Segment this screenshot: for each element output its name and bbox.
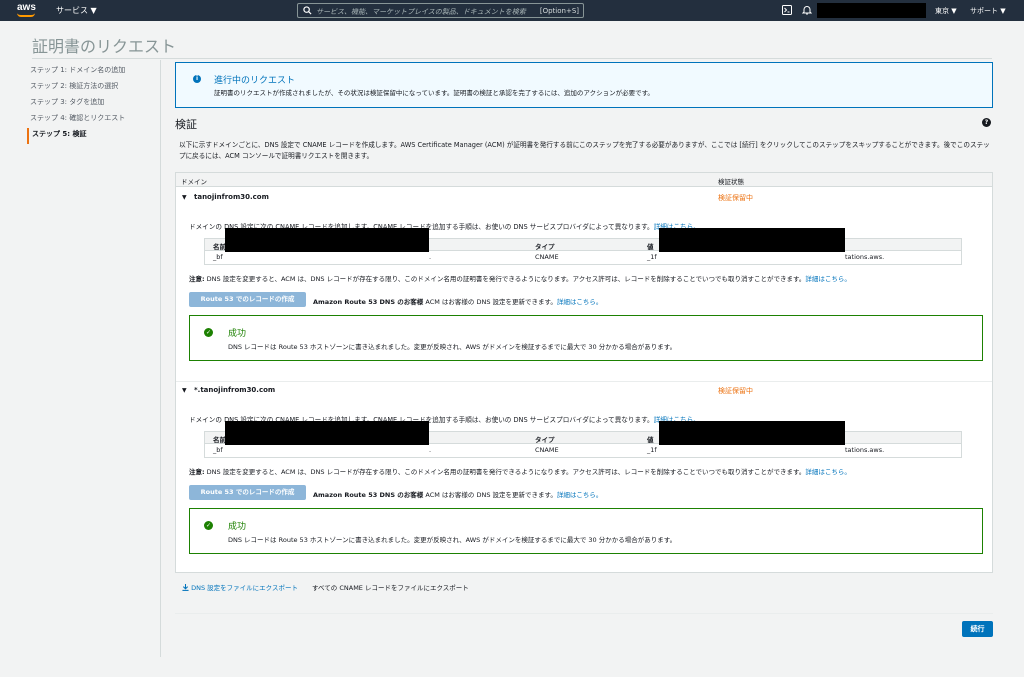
route53-create-button[interactable]: Route 53 でのレコードの作成 — [189, 485, 306, 500]
wizard-steps: ステップ 1: ドメイン名の追加 ステップ 2: 検証方法の選択 ステップ 3:… — [27, 64, 157, 144]
search-input[interactable]: サービス、機能、マーケットプレイスの製品、ドキュメントを検索 [Option+S… — [297, 3, 584, 18]
info-banner: i 進行中のリクエスト 証明書のリクエストが作成されましたが、その状況は検証保留… — [175, 62, 993, 108]
col-status: 検証状態 — [718, 178, 744, 186]
note-text: DNS 設定を変更すると、ACM は、DNS レコードが存在する限り、このドメイ… — [204, 275, 806, 283]
record-col-type: タイプ — [535, 243, 555, 251]
record-value[interactable]: _1f — [647, 446, 657, 454]
domain-status: 検証保留中 — [718, 194, 753, 202]
route53-create-button[interactable]: Route 53 でのレコードの作成 — [189, 292, 306, 307]
section-title: 検証 — [175, 118, 197, 131]
route53-link[interactable]: 詳細はこちら。 — [557, 298, 603, 306]
route53-desc: ACM はお客様の DNS 設定を更新できます。 — [423, 298, 557, 306]
table-header: ドメイン 検証状態 — [176, 173, 992, 187]
page-title: 証明書のリクエスト — [32, 37, 177, 56]
domain-row: ▼ *.tanojinfrom30.com 検証保留中 ドメインの DNS 設定… — [176, 382, 992, 572]
domain-name: tanojinfrom30.com — [194, 193, 269, 201]
record-name-tail: . — [429, 446, 432, 454]
record-value-tail: tations.aws. — [845, 446, 885, 454]
success-check-icon: ✓ — [204, 521, 213, 530]
bell-icon[interactable] — [802, 5, 812, 15]
step-1[interactable]: ステップ 1: ドメイン名の追加 — [27, 64, 157, 80]
record-name[interactable]: _bf — [213, 446, 223, 454]
continue-button[interactable]: 続行 — [962, 621, 993, 637]
domain-note: 注意: DNS 設定を変更すると、ACM は、DNS レコードが存在する限り、こ… — [189, 466, 851, 476]
region-menu[interactable]: 東京 ▼ — [935, 6, 957, 16]
success-check-icon: ✓ — [204, 328, 213, 337]
section-intro: 以下に示すドメインごとに、DNS 設定で CNAME レコードを作成します。AW… — [179, 141, 990, 160]
help-icon[interactable]: ? — [982, 118, 991, 127]
record-row: _bf . CNAME _1f tations.aws. — [205, 444, 961, 457]
search-icon — [303, 6, 312, 15]
step-3[interactable]: ステップ 3: タグを追加 — [27, 96, 157, 112]
route53-text: Amazon Route 53 DNS のお客様 ACM はお客様の DNS 設… — [313, 489, 602, 499]
search-shortcut: [Option+S] — [539, 7, 579, 15]
export-link-label: DNS 設定をファイルにエクスポート — [191, 584, 298, 592]
step-5-active: ステップ 5: 検証 — [27, 128, 157, 144]
download-icon — [182, 584, 189, 591]
cloudshell-icon[interactable] — [782, 5, 792, 15]
record-col-value: 値 — [647, 243, 654, 251]
top-navigation: aws サービス ▼ サービス、機能、マーケットプレイスの製品、ドキュメントを検… — [0, 0, 1024, 21]
record-row: _bf . CNAME _1f tations.aws. — [205, 251, 961, 264]
support-menu[interactable]: サポート ▼ — [970, 6, 1006, 16]
sidebar-divider — [160, 60, 161, 657]
redacted-name — [225, 421, 429, 445]
account-menu-redacted[interactable] — [817, 3, 926, 18]
export-dns-link[interactable]: DNS 設定をファイルにエクスポート — [182, 582, 298, 592]
route53-link[interactable]: 詳細はこちら。 — [557, 491, 603, 499]
domain-header[interactable]: ▼ tanojinfrom30.com 検証保留中 — [176, 189, 992, 207]
redacted-name — [225, 228, 429, 252]
search-placeholder: サービス、機能、マーケットプレイスの製品、ドキュメントを検索 — [316, 8, 526, 16]
banner-text: 証明書のリクエストが作成されましたが、その状況は検証保留中になっています。証明書… — [214, 89, 654, 97]
services-menu[interactable]: サービス ▼ — [56, 5, 97, 16]
route53-text: Amazon Route 53 DNS のお客様 ACM はお客様の DNS 設… — [313, 296, 602, 306]
record-value-tail: tations.aws. — [845, 253, 885, 261]
redacted-value — [659, 228, 845, 252]
footer-divider — [175, 613, 993, 614]
success-alert: ✓ 成功 DNS レコードは Route 53 ホストゾーンに書き込まれました。… — [189, 315, 983, 361]
export-description: すべての CNAME レコードをファイルにエクスポート — [312, 584, 469, 592]
domain-header[interactable]: ▼ *.tanojinfrom30.com 検証保留中 — [176, 382, 992, 400]
step-2[interactable]: ステップ 2: 検証方法の選択 — [27, 80, 157, 96]
domain-status: 検証保留中 — [718, 387, 753, 395]
record-value[interactable]: _1f — [647, 253, 657, 261]
record-type: CNAME — [535, 446, 559, 454]
note-link[interactable]: 詳細はこちら。 — [805, 275, 851, 283]
note-text: DNS 設定を変更すると、ACM は、DNS レコードが存在する限り、このドメイ… — [204, 468, 806, 476]
note-label: 注意: — [189, 468, 205, 476]
col-domain: ドメイン — [181, 178, 207, 186]
caret-down-icon[interactable]: ▼ — [182, 387, 187, 394]
success-text: DNS レコードは Route 53 ホストゾーンに書き込まれました。変更が反映… — [228, 343, 677, 351]
domain-row: ▼ tanojinfrom30.com 検証保留中 ドメインの DNS 設定に次… — [176, 189, 992, 381]
success-title: 成功 — [228, 522, 247, 532]
domain-name: *.tanojinfrom30.com — [194, 386, 276, 394]
cname-record-table: 名前 タイプ 値 _bf . CNAME _1f tations.aws. — [204, 228, 962, 265]
aws-logo[interactable]: aws — [17, 2, 36, 17]
step-4[interactable]: ステップ 4: 確認とリクエスト — [27, 112, 157, 128]
header-divider — [32, 58, 992, 59]
info-icon: i — [193, 75, 201, 83]
note-link[interactable]: 詳細はこちら。 — [805, 468, 851, 476]
note-label: 注意: — [189, 275, 205, 283]
aws-logo-text: aws — [17, 2, 36, 13]
route53-desc: ACM はお客様の DNS 設定を更新できます。 — [423, 491, 557, 499]
record-name-tail: . — [429, 253, 432, 261]
caret-down-icon[interactable]: ▼ — [182, 194, 187, 201]
record-col-value: 値 — [647, 436, 654, 444]
cname-record-table: 名前 タイプ 値 _bf . CNAME _1f tations.aws. — [204, 421, 962, 458]
success-title: 成功 — [228, 329, 247, 339]
route53-bold: Amazon Route 53 DNS のお客様 — [313, 491, 424, 499]
record-name[interactable]: _bf — [213, 253, 223, 261]
success-text: DNS レコードは Route 53 ホストゾーンに書き込まれました。変更が反映… — [228, 536, 677, 544]
route53-bold: Amazon Route 53 DNS のお客様 — [313, 298, 424, 306]
domain-note: 注意: DNS 設定を変更すると、ACM は、DNS レコードが存在する限り、こ… — [189, 273, 851, 283]
record-type: CNAME — [535, 253, 559, 261]
success-alert: ✓ 成功 DNS レコードは Route 53 ホストゾーンに書き込まれました。… — [189, 508, 983, 554]
banner-title: 進行中のリクエスト — [214, 76, 296, 86]
aws-smile-icon — [17, 13, 35, 17]
redacted-value — [659, 421, 845, 445]
domain-table: ドメイン 検証状態 ▼ tanojinfrom30.com 検証保留中 ドメイン… — [175, 172, 993, 573]
record-col-type: タイプ — [535, 436, 555, 444]
